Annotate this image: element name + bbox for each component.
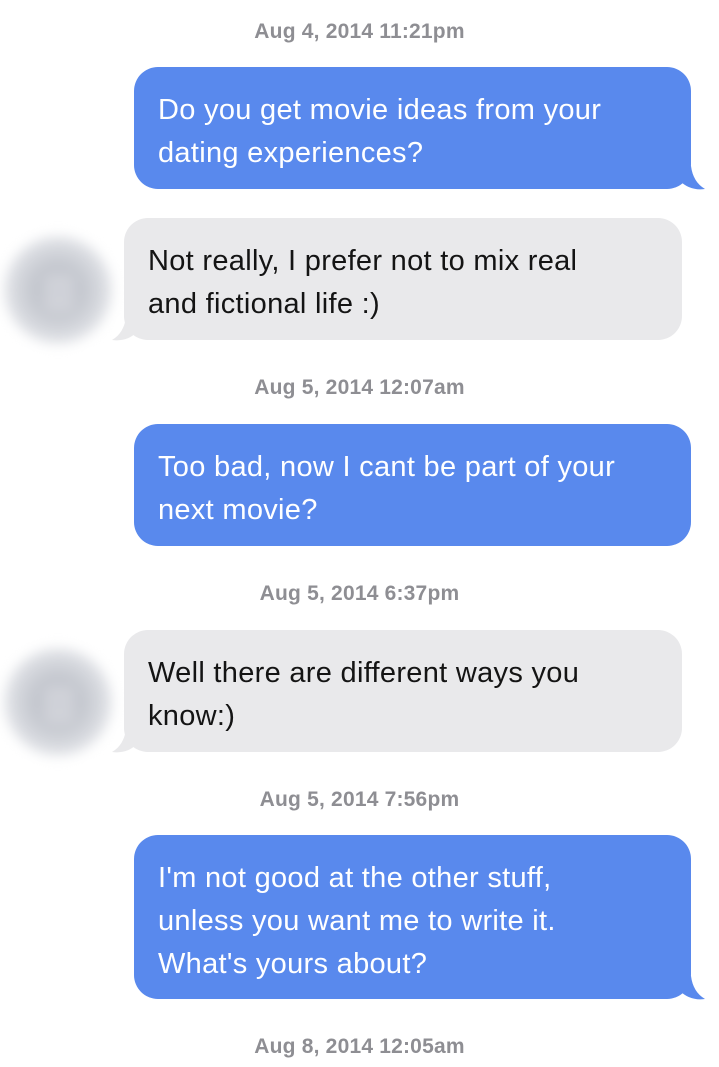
received-message-bubble[interactable]: Not really, I prefer not to mix real and… [124,218,682,340]
timestamp: Aug 5, 2014 6:37pm [259,582,460,605]
message-line: dating experiences? [158,137,424,169]
avatar-blurred[interactable] [4,648,112,756]
message-line: unless you want me to write it. [158,905,556,937]
message-line: Too bad, now I cant be part of your [158,451,616,483]
received-message-bubble[interactable]: Well there are different ways you know:) [124,630,682,752]
sent-bubble-tail [680,166,706,192]
message-thread[interactable]: Aug 4, 2014 11:21pm Do you get movie ide… [0,0,719,1067]
timestamp: Aug 8, 2014 12:05am [254,1035,465,1058]
timestamp: Aug 5, 2014 7:56pm [259,788,460,811]
message-line: next movie? [158,494,318,526]
sent-bubble-tail [680,976,706,1002]
sent-message-bubble[interactable]: Do you get movie ideas from your dating … [134,67,691,189]
message-line: Not really, I prefer not to mix real [148,245,578,277]
timestamp: Aug 4, 2014 11:21pm [254,20,465,43]
message-line: What's yours about? [158,948,428,980]
message-line: know:) [148,700,236,732]
message-line: I'm not good at the other stuff, [158,862,552,894]
sent-message-bubble[interactable]: Too bad, now I cant be part of your next… [134,424,691,546]
received-bubble-tail [111,729,137,755]
received-bubble-tail [111,317,137,343]
message-line: Well there are different ways you [148,657,580,689]
sent-message-bubble[interactable]: I'm not good at the other stuff, unless … [134,835,691,999]
avatar-blurred[interactable] [4,236,112,344]
message-line: and fictional life :) [148,288,380,320]
timestamp: Aug 5, 2014 12:07am [254,376,465,399]
message-line: Do you get movie ideas from your [158,94,602,126]
